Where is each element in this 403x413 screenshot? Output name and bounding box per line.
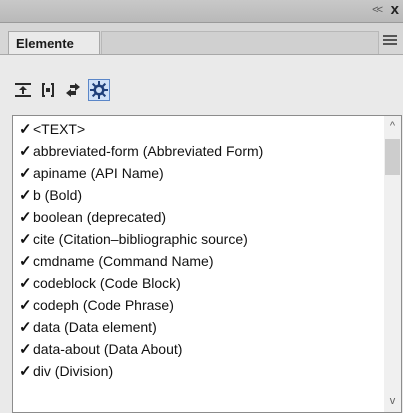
list-item[interactable]: ✓apiname (API Name) <box>13 162 385 184</box>
toolbar <box>0 55 403 111</box>
collapse-icon[interactable]: << <box>372 4 383 16</box>
list-item[interactable]: ✓boolean (deprecated) <box>13 206 385 228</box>
list-item-label: apiname (API Name) <box>33 165 164 181</box>
wrap-element-icon[interactable] <box>37 79 59 101</box>
list-item-label: codeblock (Code Block) <box>33 275 181 291</box>
vertical-scrollbar[interactable]: ^ v <box>384 116 401 412</box>
panel-title-bar: << x <box>0 0 403 23</box>
gear-icon[interactable] <box>88 79 110 101</box>
element-list[interactable]: ✓<TEXT> ✓abbreviated-form (Abbreviated F… <box>12 115 402 413</box>
checkmark-icon: ✓ <box>19 231 32 248</box>
list-item-label: div (Division) <box>33 363 114 379</box>
checkmark-icon: ✓ <box>19 121 32 138</box>
checkmark-icon: ✓ <box>19 275 32 292</box>
checkmark-icon: ✓ <box>19 209 32 226</box>
list-item[interactable]: ✓cite (Citation–bibliographic source) <box>13 228 385 250</box>
checkmark-icon: ✓ <box>19 187 32 204</box>
list-item[interactable]: ✓data (Data element) <box>13 316 385 338</box>
list-item-label: boolean (deprecated) <box>33 209 167 225</box>
scrollbar-thumb[interactable] <box>385 139 400 175</box>
list-item-label: <TEXT> <box>33 121 86 137</box>
list-item-label: data (Data element) <box>33 319 157 335</box>
list-item-label: cmdname (Command Name) <box>33 253 214 269</box>
list-item[interactable]: ✓b (Bold) <box>13 184 385 206</box>
checkmark-icon: ✓ <box>19 253 32 270</box>
list-item[interactable]: ✓codeph (Code Phrase) <box>13 294 385 316</box>
list-item-label: data-about (Data About) <box>33 341 183 357</box>
list-item[interactable]: ✓<TEXT> <box>13 118 385 140</box>
checkmark-icon: ✓ <box>19 341 32 358</box>
insert-element-icon[interactable] <box>12 79 34 101</box>
checkmark-icon: ✓ <box>19 297 32 314</box>
list-item[interactable]: ✓cmdname (Command Name) <box>13 250 385 272</box>
checkmark-icon: ✓ <box>19 143 32 160</box>
list-item-label: abbreviated-form (Abbreviated Form) <box>33 143 264 159</box>
scroll-down-icon[interactable]: v <box>384 393 401 410</box>
close-icon[interactable]: x <box>391 1 399 18</box>
element-list-items: ✓<TEXT> ✓abbreviated-form (Abbreviated F… <box>13 118 385 382</box>
list-item[interactable]: ✓data-about (Data About) <box>13 338 385 360</box>
scroll-up-icon[interactable]: ^ <box>384 118 401 135</box>
checkmark-icon: ✓ <box>19 165 32 182</box>
tab-row: Elemente <box>0 23 403 55</box>
checkmark-icon: ✓ <box>19 319 32 336</box>
tab-elemente[interactable]: Elemente <box>8 31 100 54</box>
checkmark-icon: ✓ <box>19 363 32 380</box>
list-item-label: b (Bold) <box>33 187 83 203</box>
tab-strip-empty <box>101 31 379 54</box>
list-item[interactable]: ✓codeblock (Code Block) <box>13 272 385 294</box>
list-item-label: cite (Citation–bibliographic source) <box>33 231 248 247</box>
list-item[interactable]: ✓abbreviated-form (Abbreviated Form) <box>13 140 385 162</box>
elements-panel: << x Elemente ✓<TEXT> ✓abbreviated-form … <box>0 0 403 413</box>
list-item[interactable]: ✓div (Division) <box>13 360 385 382</box>
panel-menu-icon[interactable] <box>383 35 397 46</box>
change-element-icon[interactable] <box>62 79 84 101</box>
list-item-label: codeph (Code Phrase) <box>33 297 174 313</box>
